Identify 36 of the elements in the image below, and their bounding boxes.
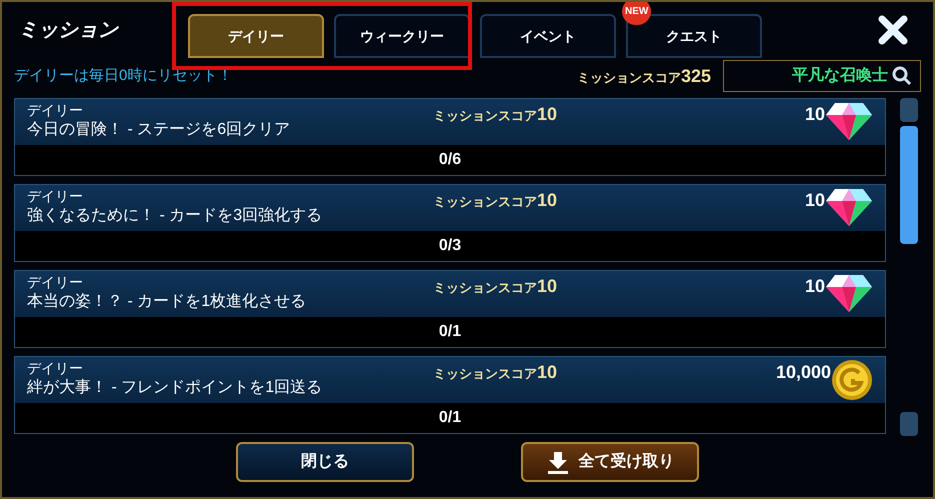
reward-amount: 10: [804, 275, 825, 298]
scrollbar[interactable]: [898, 98, 920, 436]
reward-amount: 10: [804, 189, 825, 212]
mission-category: デイリー: [27, 359, 84, 377]
gem-icon: [825, 273, 873, 313]
mission-category: デイリー: [27, 187, 84, 205]
mission-score: ミッションスコア10: [433, 189, 558, 212]
mission-score: ミッションスコア10: [433, 275, 558, 298]
search-icon: [892, 66, 912, 86]
reward-amount: 10: [804, 103, 825, 126]
scroll-thumb[interactable]: [900, 126, 918, 244]
gem-icon: [825, 187, 873, 227]
reset-note: デイリーは毎日0時にリセット！: [14, 66, 234, 86]
close-icon[interactable]: [877, 14, 909, 46]
close-button[interactable]: 閉じる: [236, 442, 414, 482]
mission-score: ミッションスコア10: [433, 103, 558, 126]
mission-category: デイリー: [27, 273, 84, 291]
mission-score: ミッションスコア325: [576, 64, 711, 88]
coin-icon: [831, 359, 873, 401]
tab[interactable]: クエスト: [626, 14, 762, 58]
download-icon: [546, 450, 570, 474]
tab[interactable]: イベント: [480, 14, 616, 58]
mission-title: 絆が大事！ - フレンドポイントを1回送る: [27, 378, 324, 398]
mission-category: デイリー: [27, 101, 84, 119]
tab[interactable]: デイリー: [188, 14, 324, 58]
window-title: ミッション: [18, 18, 120, 43]
receive-all-button[interactable]: 全て受け取り: [521, 442, 700, 482]
mission-title: 本当の姿！？ - カードを1枚進化させる: [27, 292, 308, 312]
reward-amount: 10,000: [776, 361, 831, 384]
search-field[interactable]: 平凡な召喚士: [723, 60, 921, 92]
mission-score: ミッションスコア10: [433, 361, 558, 384]
tab[interactable]: ウィークリー: [334, 14, 470, 58]
mission-title: 強くなるために！ - カードを3回強化する: [27, 206, 324, 226]
new-badge: NEW: [622, 2, 652, 25]
gem-icon: [825, 101, 873, 141]
mission-title: 今日の冒険！ - ステージを6回クリア: [27, 120, 292, 140]
